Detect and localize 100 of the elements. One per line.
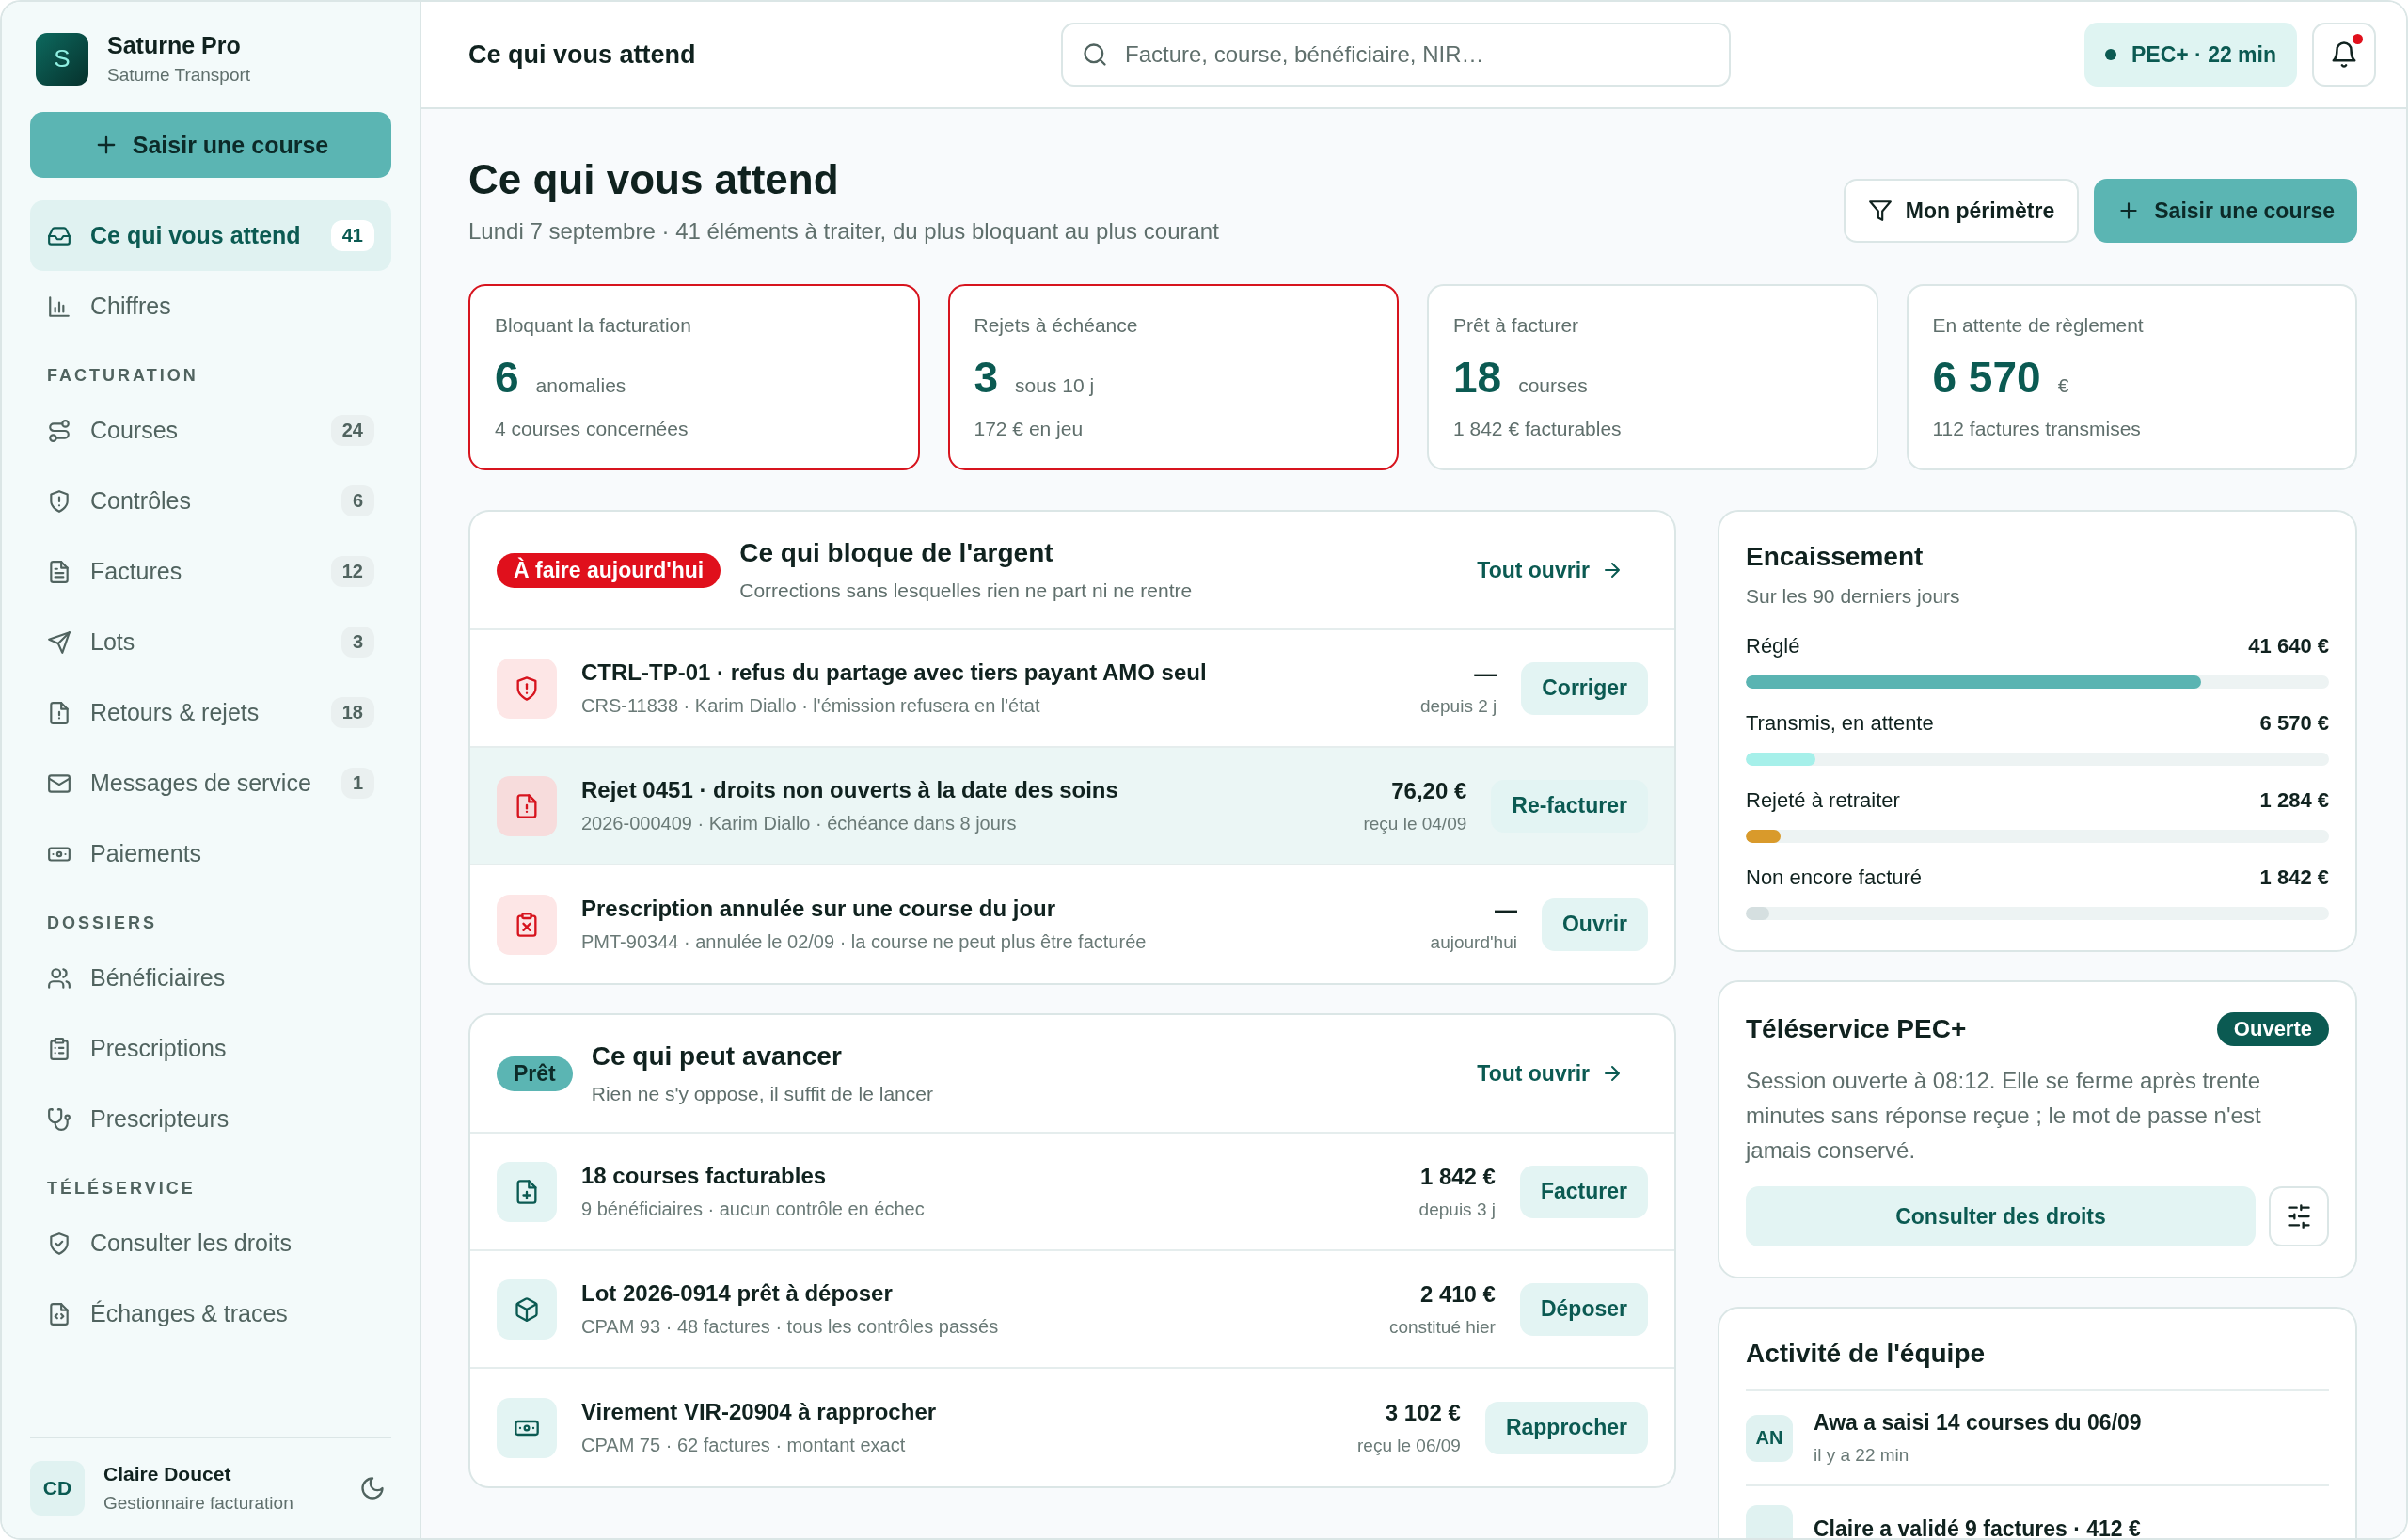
check-rights-button[interactable]: Consulter des droits	[1746, 1186, 2256, 1246]
kpi-value: 18	[1453, 352, 1502, 403]
bar-amount: 6 570 €	[2259, 711, 2329, 736]
kpi-label: Bloquant la facturation	[495, 314, 692, 337]
sidebar-item[interactable]: Lots 3	[30, 607, 391, 677]
task-title: Rejet 0451 · droits non ouverts à la date des soins	[581, 777, 1119, 803]
bar-label: Transmis, en attente	[1746, 711, 1934, 736]
notifications-button[interactable]	[2312, 23, 2376, 87]
kpi-label: Prêt à facturer	[1453, 314, 1580, 337]
document-alert-icon	[47, 700, 71, 725]
panel-subtitle: Corrections sans lesquelles rien ne part ni ne rentre	[739, 579, 1194, 602]
open-all-link[interactable]: Tout ouvrir	[1454, 1060, 1646, 1087]
document-icon	[47, 559, 71, 584]
page-title: Ce qui vous attend	[468, 156, 840, 203]
task-date: constitué hier	[1388, 1316, 1496, 1338]
user-role: Gestionnaire facturation	[103, 1493, 294, 1514]
task-details: 2026-000409 · Karim Diallo · échéance dans 8 jours	[581, 813, 1018, 834]
action-button[interactable]: Ouvrir	[1541, 897, 1648, 951]
settings-icon	[2286, 1203, 2312, 1230]
sidebar-item[interactable]: Courses 24	[30, 395, 391, 466]
count-badge: 12	[330, 556, 374, 587]
moon-icon	[359, 1475, 386, 1501]
sidebar-item[interactable]: Consulter les droits	[30, 1208, 391, 1278]
nav-section-heading: FACTURATION	[47, 366, 199, 386]
task-amount: 3 102 €	[1385, 1399, 1461, 1426]
action-button[interactable]: Déposer	[1519, 1282, 1648, 1336]
clipboard-icon	[47, 1036, 71, 1061]
action-button[interactable]: Re-facturer	[1491, 779, 1648, 833]
card-title: Téléservice PEC+	[1746, 1014, 1967, 1044]
task-row[interactable]: Prescription annulée sur une course du jour PMT-90344 · annulée le 02/09 · la course ne peut plus être facturée — aujourd'hui Ouvrir	[470, 865, 1674, 983]
task-amount: 2 410 €	[1419, 1280, 1496, 1308]
count-badge: 1	[341, 768, 374, 799]
kpi-label: En attente de règlement	[1932, 314, 2145, 337]
task-date: depuis 3 j	[1418, 1199, 1496, 1220]
task-row[interactable]: Lot 2026-0914 prêt à déposer CPAM 93 · 48 factures · tous les contrôles passés 2 410 € constitué hier Déposer	[470, 1251, 1674, 1369]
stethoscope-icon	[47, 1106, 71, 1132]
sidebar-item[interactable]: Échanges & traces	[30, 1278, 391, 1349]
sidebar-item[interactable]: Factures 12	[30, 536, 391, 607]
kpi-note: 172 € en jeu	[974, 418, 1085, 440]
panel-title: Ce qui bloque de l'argent	[739, 538, 1054, 568]
search-icon	[1082, 41, 1108, 68]
settings-button[interactable]	[2269, 1186, 2329, 1246]
task-row[interactable]: Virement VIR-20904 à rapprocher CPAM 75 · 62 factures · montant exact 3 102 € reçu le 06/09 Rapprocher	[470, 1369, 1674, 1486]
bar-label: Non encore facturé	[1746, 865, 1923, 890]
shield-alert-icon	[47, 488, 71, 514]
kpi-value: 3	[974, 352, 999, 403]
task-amount: 76,20 €	[1391, 777, 1467, 804]
sidebar-item[interactable]: Messages de service 1	[30, 748, 391, 818]
sidebar-item[interactable]: Chiffres	[30, 271, 391, 341]
kpi-note: 112 factures transmises	[1932, 418, 2142, 440]
task-title: 18 courses facturables	[581, 1163, 828, 1189]
sidebar-item[interactable]: Contrôles 6	[30, 466, 391, 536]
task-date: reçu le 06/09	[1357, 1435, 1461, 1456]
count-badge: 6	[341, 485, 374, 516]
sidebar-item[interactable]: Bénéficiaires	[30, 943, 391, 1013]
panel-subtitle: Rien ne s'y oppose, il suffit de le lancer	[591, 1083, 934, 1105]
kpi-note: 4 courses concernées	[495, 418, 689, 440]
code-file-icon	[47, 1301, 71, 1326]
new-course-button[interactable]: Saisir une course	[2094, 179, 2357, 243]
activity-time: il y a 22 min	[1814, 1445, 1910, 1466]
kpi-value: 6 570	[1932, 352, 2041, 403]
task-row[interactable]: 18 courses facturables 9 bénéficiaires · aucun contrôle en échec 1 842 € depuis 3 j Facturer	[470, 1134, 1674, 1251]
task-title: Virement VIR-20904 à rapprocher	[581, 1399, 938, 1425]
action-button[interactable]: Facturer	[1519, 1165, 1648, 1218]
count-badge: 3	[341, 627, 374, 658]
task-date: depuis 2 j	[1419, 695, 1497, 717]
activity-text: Awa a saisi 14 courses du 06/09	[1814, 1410, 2142, 1436]
panel-title: Ce qui peut avancer	[591, 1041, 843, 1072]
activity-text: Claire a validé 9 factures · 412 €	[1814, 1516, 2141, 1538]
header-title: Ce qui vous attend	[468, 40, 697, 70]
paper-plane-icon	[47, 629, 71, 655]
sidebar-item[interactable]: Prescriptions	[30, 1013, 391, 1084]
task-title: Lot 2026-0914 prêt à déposer	[581, 1280, 894, 1307]
task-row[interactable]: Rejet 0451 · droits non ouverts à la date des soins 2026-000409 · Karim Diallo · échéance dans 8 jours 76,20 € reçu le 04/09 Re-facturer	[470, 748, 1674, 865]
logo: S	[36, 32, 88, 86]
bar-amount: 1 842 €	[2259, 865, 2329, 890]
sidebar-item[interactable]: Retours & rejets 18	[30, 677, 391, 748]
count-badge: 24	[330, 415, 374, 446]
page-subtitle: Lundi 7 septembre · 41 éléments à traiter, du plus bloquant au plus courant	[468, 218, 1219, 245]
task-details: CPAM 75 · 62 factures · montant exact	[581, 1435, 907, 1456]
bar-chart-icon	[47, 294, 71, 319]
action-button[interactable]: Corriger	[1521, 661, 1648, 715]
card-title: Encaissement	[1746, 542, 1925, 572]
users-icon	[47, 965, 71, 991]
filter-button[interactable]: Mon périmètre	[1843, 179, 2080, 243]
search-field[interactable]: Facture, course, bénéficiaire, NIR…	[1061, 23, 1731, 87]
kpi-unit: anomalies	[535, 374, 626, 397]
task-details: CPAM 93 · 48 factures · tous les contrôles passés	[581, 1316, 1000, 1338]
kpi-unit: courses	[1518, 374, 1588, 397]
new-course-button[interactable]: Saisir une course	[30, 112, 391, 178]
sidebar-item[interactable]: Ce qui vous attend 41	[30, 200, 391, 271]
session-status: PEC+ · 22 min	[2083, 23, 2297, 87]
sidebar-item[interactable]: Paiements	[30, 818, 391, 889]
kpi-unit: €	[2057, 374, 2069, 397]
task-amount: 1 842 €	[1419, 1163, 1496, 1190]
action-button[interactable]: Rapprocher	[1484, 1401, 1648, 1454]
cube-icon	[514, 1295, 540, 1323]
open-all-link[interactable]: Tout ouvrir	[1454, 557, 1646, 583]
task-amount: —	[1494, 896, 1517, 923]
sidebar-item[interactable]: Prescripteurs	[30, 1084, 391, 1154]
